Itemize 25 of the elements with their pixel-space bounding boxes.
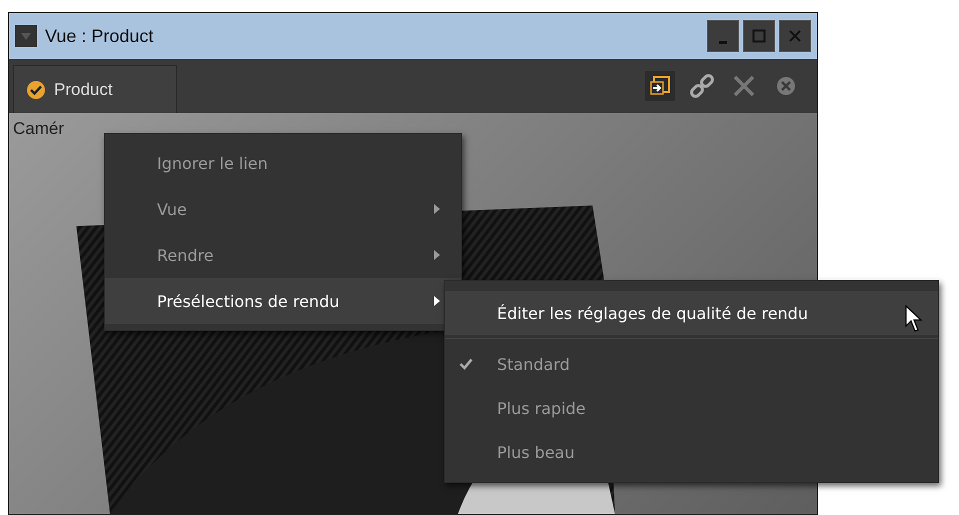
minimize-icon — [719, 40, 727, 44]
menu-item[interactable]: Plus beau — [445, 430, 938, 474]
submenu-arrow-icon — [433, 203, 441, 215]
close-icon — [788, 29, 802, 43]
window-menu-icon[interactable] — [15, 25, 37, 47]
menu-item[interactable]: Éditer les réglages de qualité de rendu — [445, 291, 938, 335]
submenu-arrow-icon — [433, 249, 441, 261]
camera-label: Camér — [13, 119, 64, 139]
chain-link-icon[interactable] — [687, 71, 717, 101]
check-circle-icon — [26, 80, 46, 100]
window-title: Vue : Product — [45, 26, 154, 46]
import-icon[interactable] — [645, 71, 675, 101]
menu-item[interactable]: Ignorer le lien — [105, 140, 461, 186]
minimize-button[interactable] — [707, 20, 739, 52]
menu-item[interactable]: Présélections de rendu — [105, 278, 461, 324]
mouse-cursor-icon — [905, 305, 925, 333]
maximize-button[interactable] — [743, 20, 775, 52]
menu-item[interactable]: Vue — [105, 186, 461, 232]
close-button[interactable] — [779, 20, 811, 52]
tab[interactable]: Product — [13, 65, 177, 113]
submenu-arrow-icon — [433, 295, 441, 307]
menu-item[interactable]: Standard — [445, 342, 938, 386]
menu-item[interactable]: Rendre — [105, 232, 461, 278]
menu-item[interactable]: Plus rapide — [445, 386, 938, 430]
maximize-icon — [752, 29, 766, 43]
